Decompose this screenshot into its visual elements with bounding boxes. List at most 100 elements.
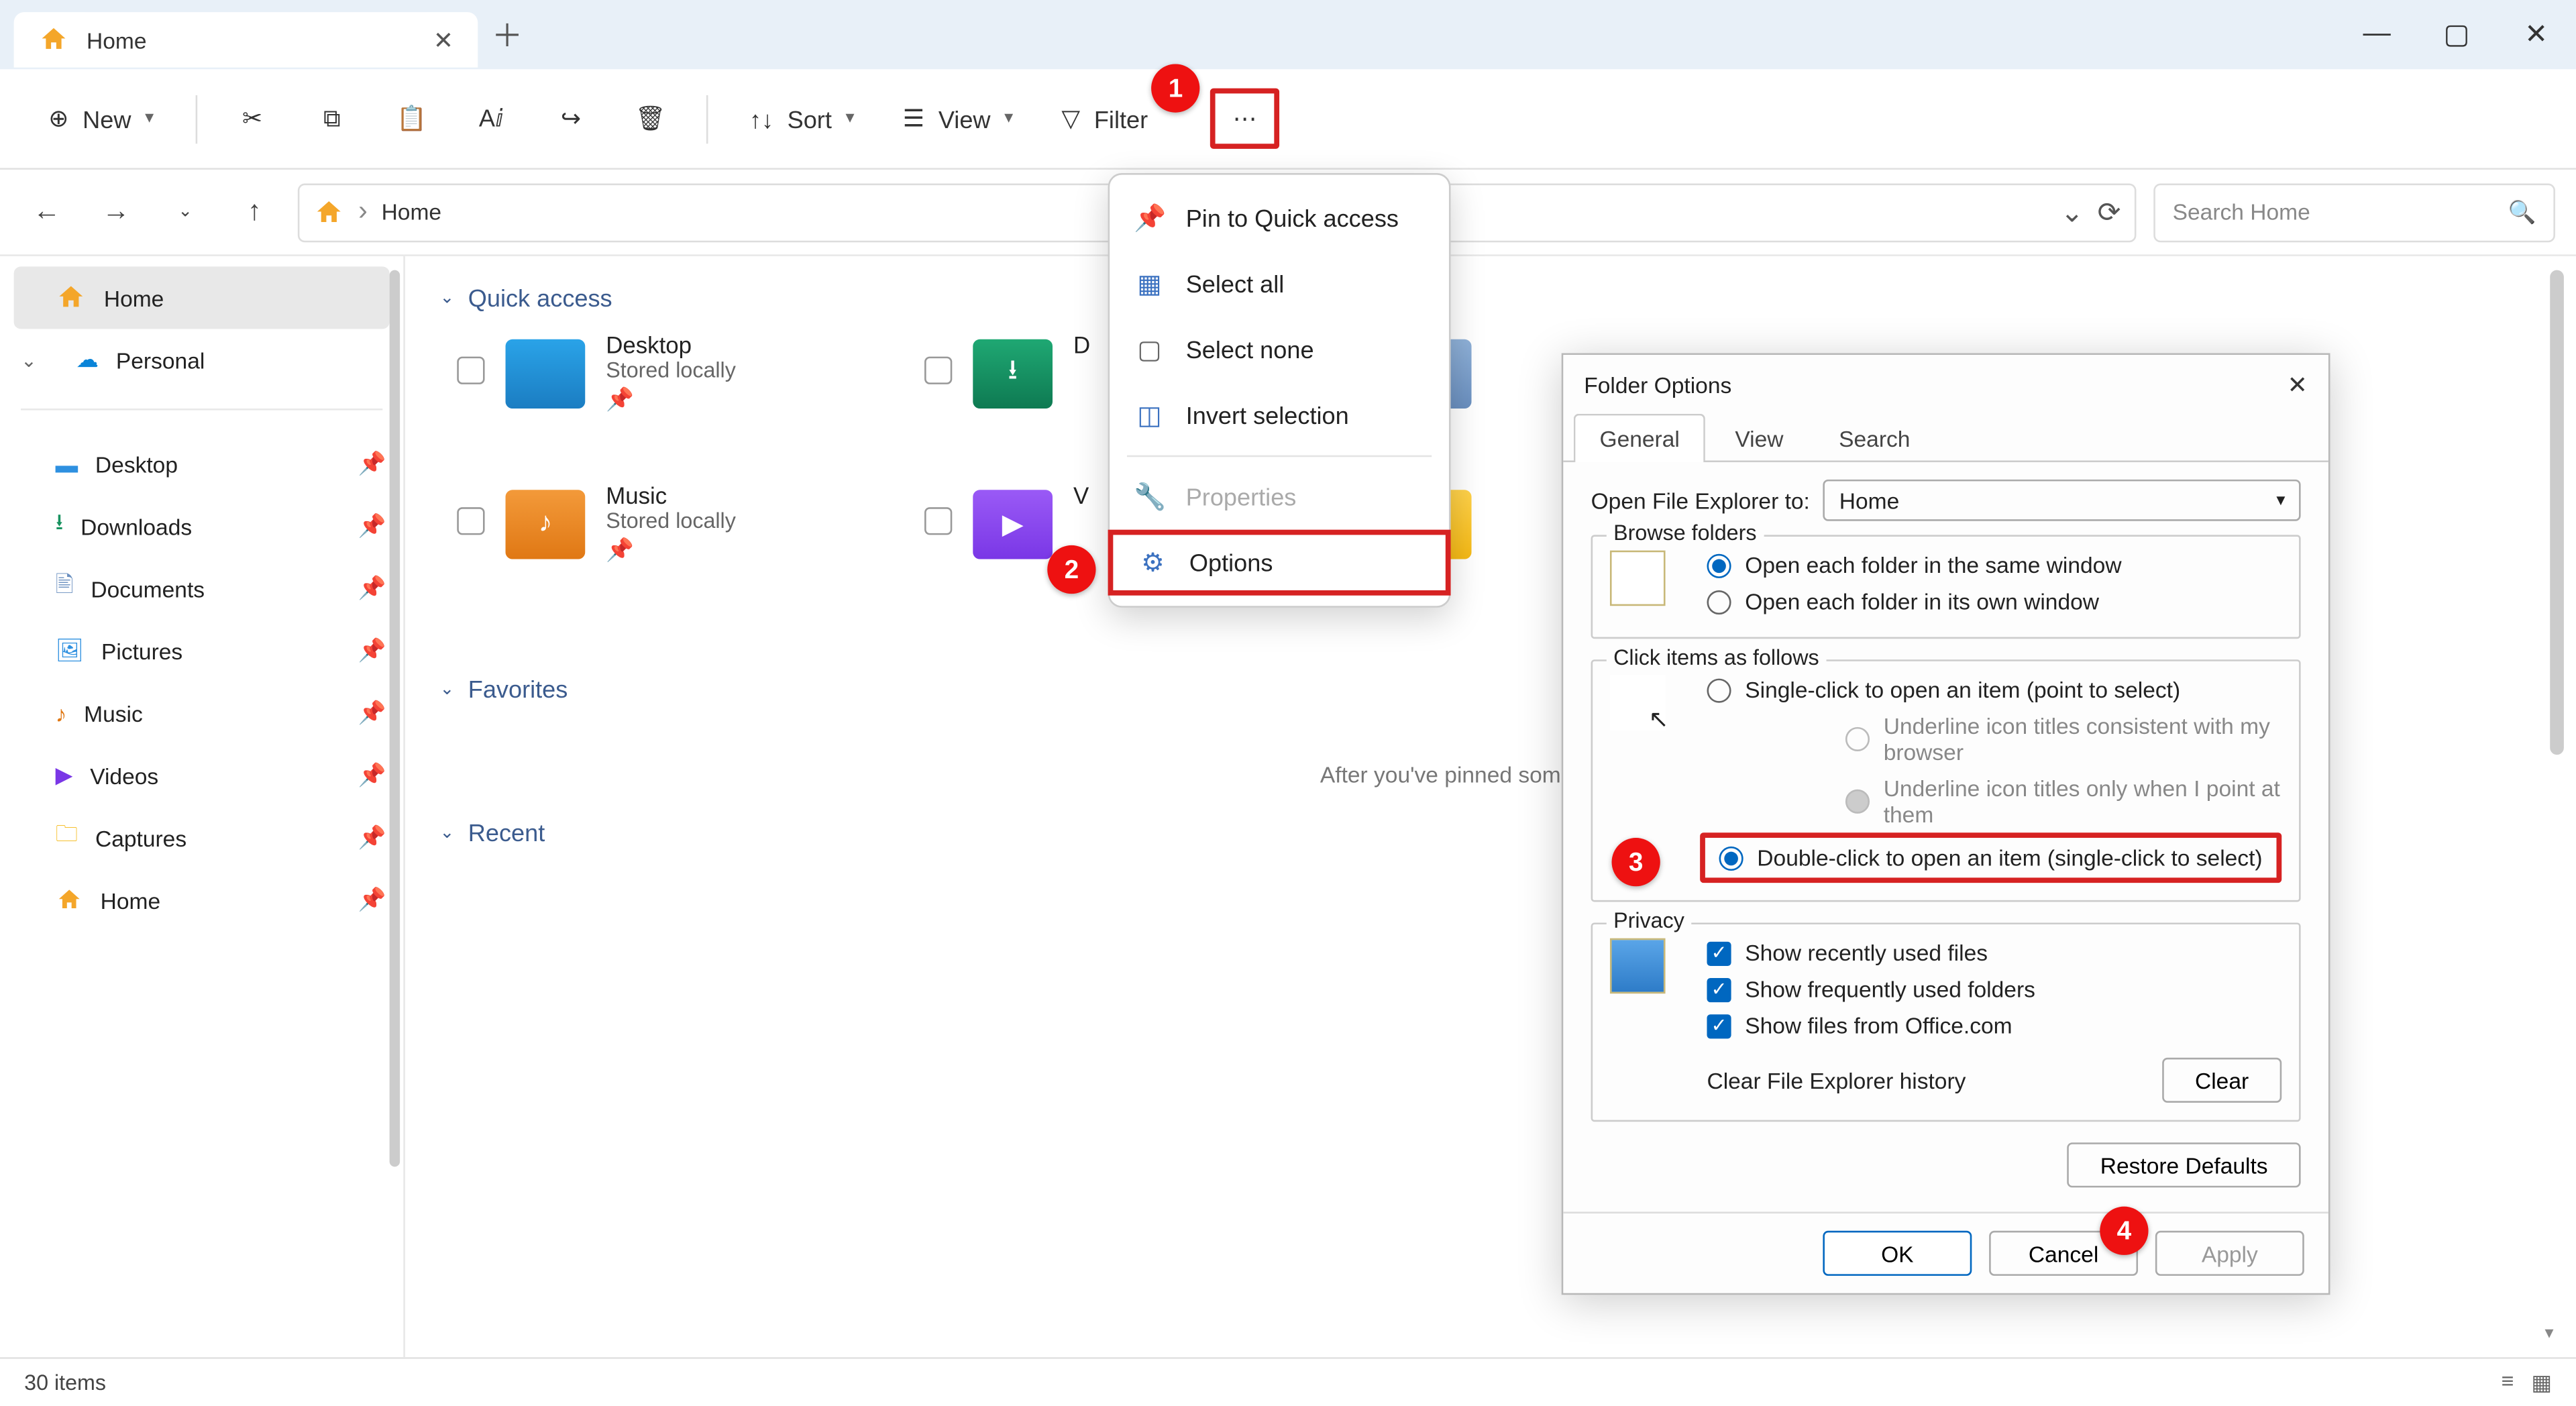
close-tab-icon[interactable]: ✕ [433,25,453,54]
open-to-select[interactable]: Home▾ [1824,480,2301,521]
close-window-button[interactable]: ✕ [2496,0,2576,69]
breadcrumb[interactable]: Home [382,199,442,225]
qa-item-desktop[interactable]: DesktopStored locally📌 [457,332,907,413]
pin-icon: 📌 [358,637,386,665]
up-button[interactable]: ↑ [229,186,280,237]
folder-icon: 🗀 [56,819,78,857]
tiles-view-icon[interactable]: ▦ [2531,1369,2551,1395]
dialog-titlebar[interactable]: Folder Options ✕ [1563,355,2328,414]
close-icon[interactable]: ✕ [2288,370,2308,399]
radio-underline-browser: Underline icon titles consistent with my… [1845,708,2282,770]
forward-button[interactable]: → [90,186,142,237]
check-frequent-folders[interactable]: ✓Show frequently used folders [1707,971,2282,1008]
radio-same-window[interactable]: Open each folder in the same window [1707,547,2282,583]
pin-icon: 📌 [606,386,736,413]
rename-button[interactable]: Aⅈ [457,93,526,144]
annotation-badge-1: 1 [1151,64,1199,112]
checkbox[interactable] [457,357,484,384]
checkbox[interactable] [924,507,952,535]
cut-button[interactable]: ✂ [218,93,287,144]
filter-icon: ▽ [1061,104,1080,133]
qa-item-music[interactable]: ♪ MusicStored locally📌 [457,483,907,564]
copy-button[interactable]: ⧉ [297,93,366,144]
ok-button[interactable]: OK [1823,1231,1972,1276]
privacy-illustration-icon [1610,938,1666,994]
check-recent-files[interactable]: ✓Show recently used files [1707,935,2282,971]
new-tab-button[interactable]: ＋ [478,7,537,62]
ctx-select-all[interactable]: ▦Select all [1110,251,1449,317]
sidebar-item-home2[interactable]: Home📌 [0,869,403,931]
restore-defaults-button[interactable]: Restore Defaults [2068,1142,2301,1187]
home-icon [56,282,87,313]
expand-icon[interactable]: ⌄ [21,349,37,372]
recent-locations-button[interactable]: ⌄ [159,186,211,237]
radio-own-window[interactable]: Open each folder in its own window [1707,584,2282,620]
tab-view[interactable]: View [1709,414,1810,462]
gear-icon: ⚙ [1137,547,1168,578]
ellipsis-icon: ⋯ [1233,104,1257,133]
check-office-files[interactable]: ✓Show files from Office.com [1707,1008,2282,1044]
radio-double-click[interactable]: Double-click to open an item (single-cli… [1700,832,2282,883]
download-icon: ⭳ [56,507,64,545]
pin-icon: 📌 [1134,203,1165,233]
scrollbar[interactable]: ▾ [2544,270,2569,1344]
delete-button[interactable]: 🗑 [616,93,685,144]
home-icon [38,24,69,55]
pin-icon: 📌 [358,512,386,540]
chevron-down-icon[interactable]: ⌄ [2060,195,2084,229]
onedrive-icon: ☁ [76,346,99,374]
section-quick-access[interactable]: ⌄Quick access [439,277,2541,319]
music-icon: ♪ [56,700,67,726]
back-button[interactable]: ← [21,186,72,237]
sidebar-item-desktop[interactable]: ▬Desktop📌 [0,433,403,495]
pictures-icon: 🖼 [56,637,85,665]
maximize-button[interactable]: ▢ [2417,0,2497,69]
ctx-invert-selection[interactable]: ◫Invert selection [1110,382,1449,448]
ctx-pin-quick-access[interactable]: 📌Pin to Quick access [1110,185,1449,251]
checkbox[interactable] [457,507,484,535]
sidebar-item-captures[interactable]: 🗀Captures📌 [0,807,403,869]
sidebar-item-downloads[interactable]: ⭳Downloads📌 [0,495,403,557]
sidebar-item-home[interactable]: Home [14,266,390,329]
view-button[interactable]: ☰ View ▾ [882,93,1034,144]
paste-button[interactable]: 📋 [377,93,446,144]
browser-tab[interactable]: Home ✕ [14,12,478,68]
sidebar-item-music[interactable]: ♪Music📌 [0,682,403,745]
ctx-select-none[interactable]: ▢Select none [1110,317,1449,382]
radio-single-click[interactable]: Single-click to open an item (point to s… [1707,671,2282,708]
dialog-tabs: General View Search [1563,414,2328,462]
item-count: 30 items [24,1370,106,1395]
folder-icon [506,339,586,409]
annotation-badge-2: 2 [1047,545,1095,594]
more-button[interactable]: ⋯ [1210,89,1279,149]
minimize-button[interactable]: — [2337,0,2417,69]
sidebar-item-pictures[interactable]: 🖼Pictures📌 [0,620,403,682]
sidebar-item-personal[interactable]: ⌄ ☁ Personal [0,329,403,391]
chevron-down-icon: ▾ [846,109,855,128]
status-bar: 30 items ≡ ▦ [0,1357,2576,1405]
copy-icon: ⧉ [323,104,341,133]
new-button[interactable]: ⊕ New ▾ [28,93,174,144]
ctx-options[interactable]: ⚙Options [1108,530,1451,596]
checkbox[interactable] [924,357,952,384]
filter-button[interactable]: ▽ Filter [1040,93,1169,144]
share-icon: ↪ [561,104,581,133]
pin-icon: 📌 [358,700,386,727]
sidebar-item-documents[interactable]: 🖹Documents📌 [0,557,403,620]
clear-button[interactable]: Clear [2162,1058,2282,1103]
context-menu: 📌Pin to Quick access ▦Select all ▢Select… [1108,173,1451,608]
sidebar-item-videos[interactable]: ▶Videos📌 [0,745,403,807]
refresh-icon[interactable]: ⟳ [2098,195,2121,229]
sort-button[interactable]: ↑↓ Sort ▾ [729,95,875,143]
apply-button[interactable]: Apply [2155,1231,2304,1276]
details-view-icon[interactable]: ≡ [2502,1369,2514,1395]
chevron-down-icon: ⌄ [439,680,454,698]
pin-icon: 📌 [358,886,386,914]
chevron-down-icon: ⌄ [439,823,454,842]
search-input[interactable]: Search Home 🔍 [2153,182,2555,241]
pin-icon: 📌 [358,575,386,602]
share-button[interactable]: ↪ [536,93,605,144]
tab-general[interactable]: General [1574,414,1706,462]
tab-search[interactable]: Search [1813,414,1936,462]
documents-icon: 🖹 [56,570,74,608]
